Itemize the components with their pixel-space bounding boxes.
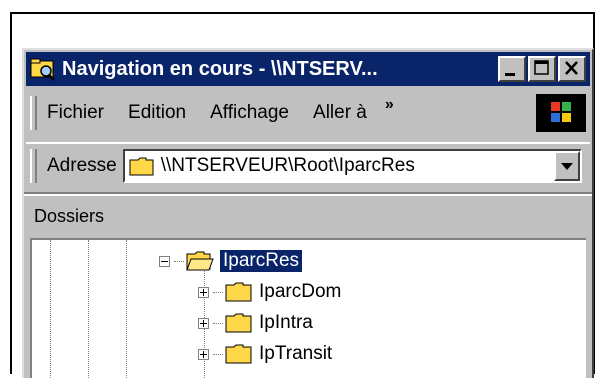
windows-logo-icon xyxy=(536,94,586,132)
tree-connector xyxy=(213,291,223,293)
folders-panel-header: Dossiers xyxy=(26,196,590,236)
tree-connector xyxy=(213,353,223,355)
menu-affichage[interactable]: Affichage xyxy=(210,102,289,124)
tree-node-iptransit[interactable]: IpTransit xyxy=(198,339,332,369)
expand-icon[interactable] xyxy=(198,317,209,329)
tree-node-label: IpTransit xyxy=(259,343,333,364)
toolbar-grip[interactable] xyxy=(30,96,37,130)
tree-connector xyxy=(174,260,184,262)
collapse-icon[interactable] xyxy=(159,255,170,267)
title-bar[interactable]: Navigation en cours - \\NTSERV... xyxy=(26,52,590,86)
address-value: \\NTSERVEUR\Root\IparcRes xyxy=(160,155,415,176)
open-folder-icon xyxy=(186,251,214,271)
close-icon xyxy=(565,61,578,75)
tree-node-label: IpIntra xyxy=(259,312,313,333)
address-label: Adresse xyxy=(47,155,117,176)
menu-aller-a[interactable]: Aller à xyxy=(313,102,367,124)
tree-node-iparcdom[interactable]: IparcDom xyxy=(198,277,341,307)
folder-icon xyxy=(225,282,252,302)
address-grip[interactable] xyxy=(30,149,37,183)
explorer-window: Navigation en cours - \\NTSERV... Fichie… xyxy=(22,48,594,378)
chevron-down-icon xyxy=(561,163,573,170)
tree-connector xyxy=(213,322,223,324)
maximize-button[interactable] xyxy=(528,56,556,82)
folder-icon xyxy=(225,344,252,364)
folders-panel-title: Dossiers xyxy=(34,205,105,226)
address-field[interactable]: \\NTSERVEUR\Root\IparcRes xyxy=(122,149,582,183)
tree-guide-line xyxy=(50,240,51,378)
address-dropdown-button[interactable] xyxy=(554,151,580,181)
folder-icon xyxy=(129,157,154,176)
menu-fichier[interactable]: Fichier xyxy=(47,102,104,124)
tree-node-root[interactable]: IparcRes xyxy=(159,246,304,276)
folder-tree[interactable]: IparcRes IparcDom IpIntra IpTransit xyxy=(30,238,586,378)
expand-icon[interactable] xyxy=(198,286,209,298)
tree-guide-line xyxy=(88,240,89,378)
folder-icon xyxy=(225,313,252,333)
explorer-folder-icon xyxy=(30,58,55,81)
menu-bar: Fichier Edition Affichage Aller à » xyxy=(26,90,590,136)
expand-icon[interactable] xyxy=(198,348,209,360)
maximize-icon xyxy=(534,60,549,75)
menu-overflow-chevron[interactable]: » xyxy=(385,96,394,114)
minimize-icon xyxy=(505,73,515,76)
close-button[interactable] xyxy=(558,56,586,82)
address-bar: Adresse \\NTSERVEUR\Root\IparcRes xyxy=(26,142,590,188)
tree-node-ipintra[interactable]: IpIntra xyxy=(198,308,313,338)
minimize-button[interactable] xyxy=(498,56,526,82)
menu-edition[interactable]: Edition xyxy=(128,102,186,124)
window-title: Navigation en cours - \\NTSERV... xyxy=(62,57,378,80)
tree-guide-line xyxy=(126,240,127,378)
tree-node-label: IparcRes xyxy=(218,249,304,273)
tree-node-label: IparcDom xyxy=(259,281,342,302)
